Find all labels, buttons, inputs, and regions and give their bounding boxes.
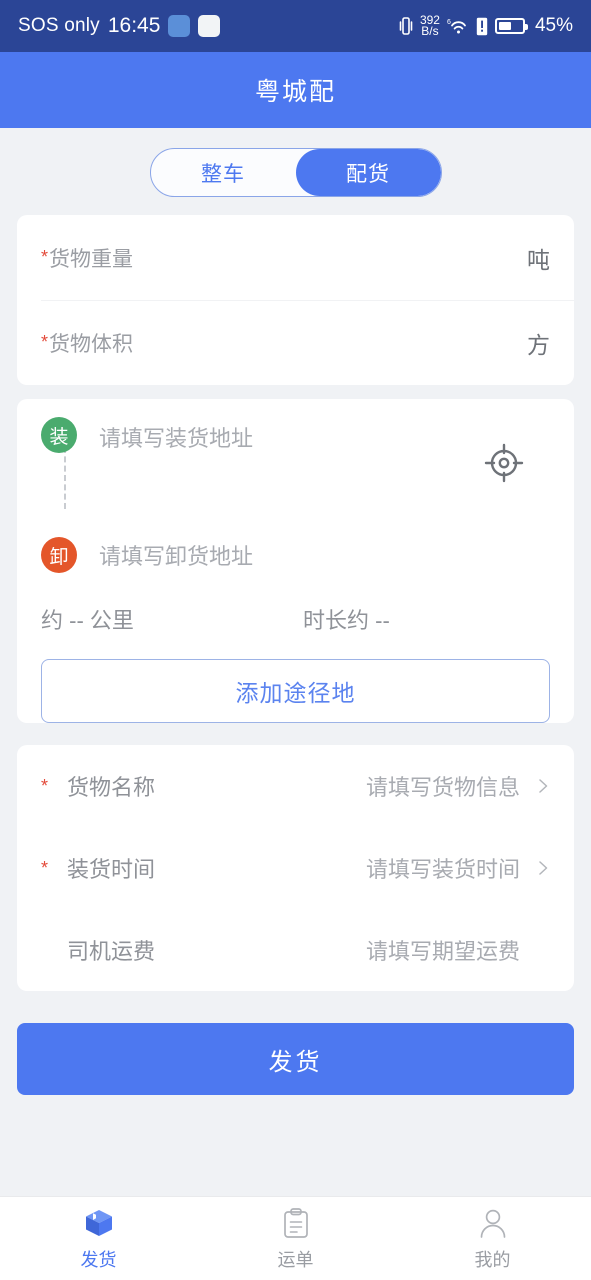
cargo-volume-row[interactable]: * 货物体积 方 xyxy=(17,300,574,385)
address-section: 装 请填写装货地址 卸 请填写卸货地址 xyxy=(17,399,574,577)
cargo-weight-label: 货物重量 xyxy=(49,247,134,271)
required-mark: * xyxy=(41,332,49,352)
main-content: 整车 配货 * 货物重量 吨 * 货物体积 方 装 请填写装货地址 卸 请填写卸… xyxy=(0,128,591,1196)
load-time-value[interactable]: 请填写装货时间 xyxy=(366,852,520,884)
cargo-weight-row[interactable]: * 货物重量 吨 xyxy=(17,215,574,300)
route-distance-label: 约 -- 公里 xyxy=(41,608,134,633)
address-card: 装 请填写装货地址 卸 请填写卸货地址 约 -- 公里 时长约 -- 添加途径地 xyxy=(17,399,574,723)
wifi-6-icon: 6 xyxy=(447,19,466,34)
clipboard-icon xyxy=(281,1206,311,1240)
network-speed-unit: B/s xyxy=(421,24,439,38)
app-screen: SOS only 16:45 392 B/s 6 45% 粤城配 整车 配货 *… xyxy=(0,0,591,1280)
status-bar: SOS only 16:45 392 B/s 6 45% xyxy=(0,0,591,52)
shipment-detail-card: * 货物名称 请填写货物信息 * 装货时间 请填写装货时间 司机运费 请填写期望… xyxy=(17,745,574,991)
tab-shipment-label: 发货 xyxy=(80,1249,117,1270)
pickup-badge-icon: 装 xyxy=(41,417,77,453)
status-bar-left: SOS only 16:45 xyxy=(18,14,221,38)
cargo-volume-label: 货物体积 xyxy=(49,332,134,356)
chevron-right-icon xyxy=(539,861,548,875)
tab-full-truck[interactable]: 整车 xyxy=(151,149,296,196)
submit-section: 发货 xyxy=(0,1005,591,1111)
tab-distribution[interactable]: 配货 xyxy=(295,149,441,196)
sim-alert-icon xyxy=(476,17,488,35)
tab-shipment[interactable]: 发货 xyxy=(0,1206,197,1272)
cargo-name-value[interactable]: 请填写货物信息 xyxy=(366,770,520,802)
battery-icon xyxy=(494,18,528,34)
driver-freight-value[interactable]: 请填写期望运费 xyxy=(366,934,520,966)
locate-crosshair-icon[interactable] xyxy=(482,441,526,485)
person-icon xyxy=(477,1206,509,1240)
status-bar-right: 392 B/s 6 45% xyxy=(399,14,573,38)
route-summary: 约 -- 公里 时长约 -- xyxy=(17,577,574,641)
driver-freight-row[interactable]: 司机运费 请填写期望运费 xyxy=(17,909,574,991)
bottom-tab-bar: 发货 运单 我的 xyxy=(0,1196,591,1280)
tab-waybill[interactable]: 运单 xyxy=(197,1206,394,1272)
carrier-label: SOS only xyxy=(18,15,100,36)
vibrate-icon xyxy=(399,17,413,35)
submit-shipment-button[interactable]: 发货 xyxy=(17,1023,574,1095)
add-waypoint-button[interactable]: 添加途径地 xyxy=(41,659,550,723)
cargo-name-label: 货物名称 xyxy=(67,775,156,800)
app-header: 粤城配 xyxy=(0,52,591,128)
cargo-volume-unit: 方 xyxy=(527,331,550,358)
pickup-address-input[interactable]: 请填写装货地址 xyxy=(99,417,253,453)
network-speed: 392 B/s xyxy=(420,14,440,38)
svg-text:6: 6 xyxy=(447,19,451,26)
tab-waybill-label: 运单 xyxy=(277,1249,314,1270)
cargo-weight-unit: 吨 xyxy=(527,246,550,273)
load-time-label: 装货时间 xyxy=(67,857,156,882)
tab-profile-label: 我的 xyxy=(474,1249,511,1270)
app-badge-icon xyxy=(198,15,221,37)
page-title: 粤城配 xyxy=(254,78,336,106)
pickup-address-row[interactable]: 装 请填写装货地址 xyxy=(41,417,550,483)
required-mark: * xyxy=(41,857,49,878)
app-badge-icon xyxy=(168,15,191,37)
shipment-type-switch: 整车 配货 xyxy=(0,128,591,215)
segmented-control[interactable]: 整车 配货 xyxy=(149,148,442,197)
clock-label: 16:45 xyxy=(107,14,161,37)
dropoff-badge-icon: 卸 xyxy=(41,537,77,573)
dropoff-address-row[interactable]: 卸 请填写卸货地址 xyxy=(41,533,550,577)
cube-box-icon xyxy=(83,1206,115,1240)
dropoff-address-input[interactable]: 请填写卸货地址 xyxy=(99,539,253,571)
cargo-measure-card: * 货物重量 吨 * 货物体积 方 xyxy=(17,215,574,385)
load-time-row[interactable]: * 装货时间 请填写装货时间 xyxy=(17,827,574,909)
driver-freight-label: 司机运费 xyxy=(67,939,156,964)
cargo-name-row[interactable]: * 货物名称 请填写货物信息 xyxy=(17,745,574,827)
route-duration-label: 时长约 -- xyxy=(303,608,390,633)
chevron-right-icon xyxy=(539,779,548,793)
required-mark: * xyxy=(41,775,49,796)
required-mark: * xyxy=(41,247,49,267)
battery-percent-label: 45% xyxy=(534,15,573,36)
tab-profile[interactable]: 我的 xyxy=(394,1206,591,1272)
